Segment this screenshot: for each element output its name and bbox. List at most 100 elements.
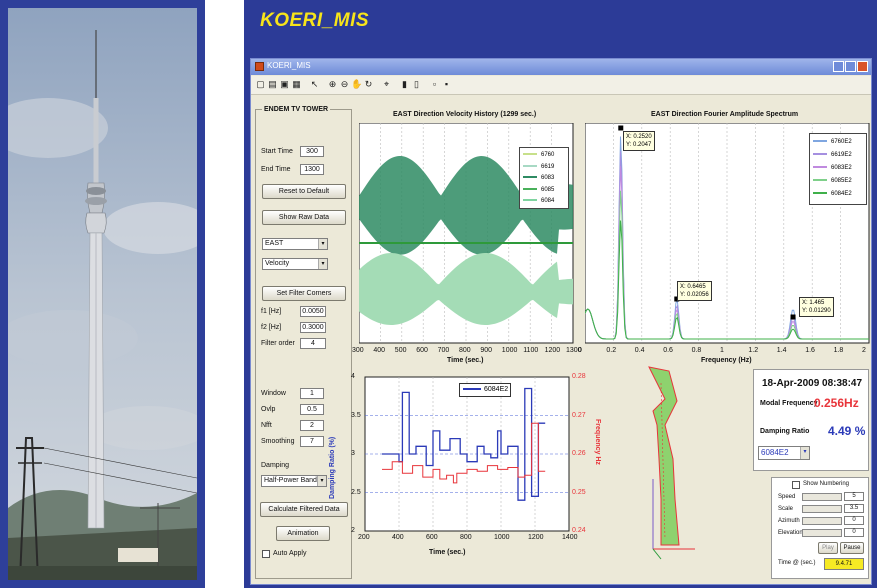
modal-frequency-label: Modal Frequency <box>760 400 818 407</box>
peak-datatip-3[interactable]: X: 1.465 Y: 0.01290 <box>799 297 834 317</box>
direction-select[interactable]: EAST ▾ <box>262 238 328 250</box>
elevation-label: Elevation <box>778 530 803 536</box>
damping-y-label: Damping Ratio (%) <box>329 436 336 499</box>
velocity-legend-label: 6619 <box>541 163 555 170</box>
auto-apply-checkbox[interactable] <box>262 550 270 558</box>
legend-swatch-icon <box>813 140 827 143</box>
peak2-y: Y: 0.02056 <box>680 292 709 298</box>
damping-y-tick: 2 <box>351 527 355 534</box>
damping-legend-label: 6084E2 <box>484 386 509 393</box>
nfft-input[interactable]: 2 <box>300 420 324 431</box>
peak-datatip-2[interactable]: X: 0.6465 Y: 0.02056 <box>677 281 712 301</box>
azimuth-input[interactable]: 0 <box>844 516 864 525</box>
f1-input[interactable]: 0.0050 <box>300 306 326 317</box>
velocity-legend-label: 6083 <box>541 175 555 181</box>
spectrum-legend-entry: 6619E2 <box>813 151 852 160</box>
measure-type-select[interactable]: Velocity ▾ <box>262 258 328 270</box>
station-select-value: 6084E2 <box>761 448 789 457</box>
minimize-icon[interactable] <box>833 61 844 72</box>
damping-x-label: Time (sec.) <box>429 549 466 556</box>
pan-icon[interactable]: ✋ <box>351 79 362 90</box>
mode-shape-view[interactable] <box>639 359 699 567</box>
show-raw-data-button[interactable]: Show Raw Data <box>262 210 346 225</box>
velocity-legend-entry: 6619 <box>523 163 554 172</box>
time-label: Time @ (sec.) <box>778 560 816 566</box>
scale-slider[interactable] <box>802 505 842 513</box>
maximize-icon[interactable] <box>845 61 856 72</box>
velocity-legend-label: 6760 <box>541 152 555 158</box>
start-time-input[interactable]: 300 <box>300 146 324 157</box>
velocity-x-tick: 900 <box>480 347 493 354</box>
show-numbering-checkbox[interactable] <box>792 481 800 489</box>
velocity-x-tick: 300 <box>352 347 364 354</box>
frequency-y-tick: 0.27 <box>572 411 586 419</box>
window-titlebar[interactable]: KOERI_MIS <box>251 59 871 75</box>
legend-swatch-icon <box>523 176 537 179</box>
frequency-y-tick: 0.26 <box>572 450 586 457</box>
smoothing-input[interactable]: 7 <box>300 436 324 447</box>
nfft-label: Nfft <box>261 422 272 429</box>
peak-marker <box>790 314 796 320</box>
animation-button[interactable]: Animation <box>276 526 330 541</box>
spectrum-x-tick: 1 <box>720 347 724 354</box>
velocity-plot-title: EAST Direction Velocity History (1299 se… <box>393 111 537 118</box>
rotate-icon[interactable]: ↻ <box>363 79 374 90</box>
data-cursor-icon[interactable]: ⌖ <box>381 79 392 90</box>
scale-input[interactable]: 3.5 <box>844 504 864 513</box>
velocity-legend-entry: 6084 <box>523 197 554 206</box>
zoom-in-icon[interactable]: ⊕ <box>327 79 338 90</box>
legend-swatch-icon <box>813 153 827 156</box>
legend-icon[interactable]: ▯ <box>411 79 422 90</box>
legend-line-icon <box>463 388 481 391</box>
damping-label: Damping <box>261 462 290 469</box>
set-filter-corners-button[interactable]: Set Filter Corners <box>262 286 346 301</box>
f2-input[interactable]: 0.3000 <box>300 322 326 333</box>
velocity-x-tick: 1200 <box>544 347 561 354</box>
azimuth-slider[interactable] <box>802 517 842 525</box>
velocity-x-tick: 1100 <box>523 347 539 354</box>
pause-button[interactable]: Pause <box>840 542 864 554</box>
show-plot-tools-icon[interactable]: ▪ <box>441 79 452 90</box>
velocity-legend-entry: 6083 <box>523 174 554 183</box>
overlap-label: Ovlp <box>261 406 276 413</box>
peak3-y: Y: 0.01290 <box>802 308 831 314</box>
close-icon[interactable] <box>857 61 868 72</box>
print-icon[interactable]: ▦ <box>291 79 302 90</box>
colorbar-icon[interactable]: ▮ <box>399 79 410 90</box>
spectrum-legend: 6760E2 6619E2 6083E2 6085E2 6084E2 <box>809 133 867 205</box>
calculate-filtered-button[interactable]: Calculate Filtered Data <box>260 502 348 517</box>
new-file-icon[interactable]: ▢ <box>255 79 266 90</box>
spectrum-legend-entry: 6085E2 <box>813 177 852 186</box>
show-numbering-label: Show Numbering <box>803 481 850 487</box>
spectrum-legend-entry: 6084E2 <box>813 190 852 199</box>
velocity-x-tick: 800 <box>459 347 471 354</box>
zoom-out-icon[interactable]: ⊖ <box>339 79 350 90</box>
filter-order-input[interactable]: 4 <box>300 338 326 349</box>
legend-swatch-icon <box>523 187 537 190</box>
hide-plot-tools-icon[interactable]: ▫ <box>429 79 440 90</box>
open-file-icon[interactable]: ▤ <box>267 79 278 90</box>
legend-swatch-icon <box>523 199 537 202</box>
spectrum-legend-label: 6760E2 <box>831 139 852 145</box>
end-time-input[interactable]: 1300 <box>300 164 324 175</box>
peak-datatip-1[interactable]: X: 0.2520 Y: 0.2047 <box>623 131 655 151</box>
damping-frequency-plot[interactable] <box>357 375 577 547</box>
spectrum-x-tick: 0.6 <box>663 347 673 354</box>
overlap-input[interactable]: 0.5 <box>300 404 324 415</box>
window-input[interactable]: 1 <box>300 388 324 399</box>
reset-default-button[interactable]: Reset to Default <box>262 184 346 199</box>
damping-method-select[interactable]: Half-Power Band... ▾ <box>261 475 327 487</box>
save-icon[interactable]: ▣ <box>279 79 290 90</box>
legend-swatch-icon <box>813 192 827 195</box>
elevation-input[interactable]: 0 <box>844 528 864 537</box>
speed-input[interactable]: 5 <box>844 492 864 501</box>
damping-x-tick: 800 <box>460 534 472 541</box>
speed-slider[interactable] <box>802 493 842 501</box>
chevron-down-icon: ▾ <box>318 239 327 249</box>
elevation-slider[interactable] <box>802 529 842 537</box>
station-select[interactable]: 6084E2 ▾ <box>758 446 810 460</box>
play-button[interactable]: Play <box>818 542 838 554</box>
pointer-icon[interactable]: ↖ <box>309 79 320 90</box>
velocity-x-tick: 500 <box>394 347 407 354</box>
velocity-legend-entry: 6085 <box>523 186 554 195</box>
